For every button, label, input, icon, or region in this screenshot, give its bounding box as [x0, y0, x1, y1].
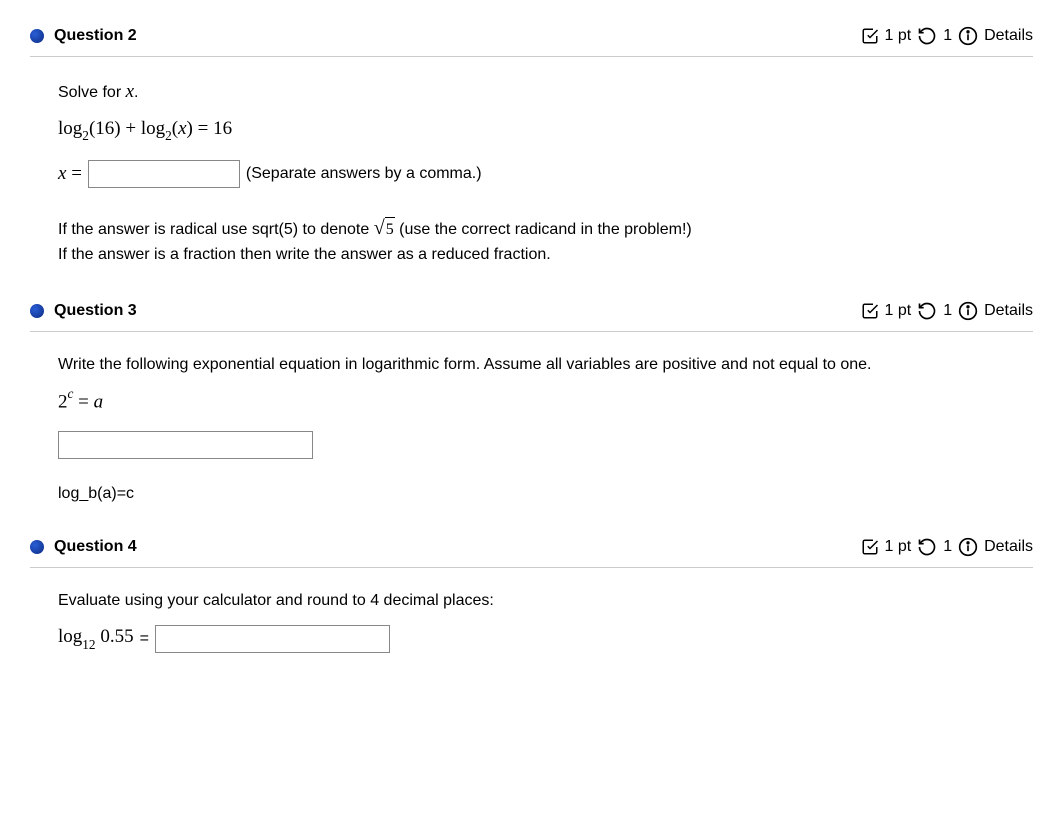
question-header-left: Question 3: [30, 302, 137, 320]
answer-row: x = (Separate answers by a comma.): [58, 160, 1033, 188]
question-block: Question 3 1 pt 1 Details Write the foll…: [30, 295, 1033, 532]
prompt-text: Evaluate using your calculator and round…: [58, 590, 1033, 612]
info-icon[interactable]: [958, 537, 978, 557]
answer-input[interactable]: [155, 625, 390, 653]
question-header-left: Question 2: [30, 27, 137, 45]
question-block: Question 2 1 pt 1 Details Solve for x. l…: [30, 20, 1033, 295]
details-link[interactable]: Details: [984, 27, 1033, 45]
question-body: Write the following exponential equation…: [30, 332, 1033, 532]
info-icon[interactable]: [958, 26, 978, 46]
points-label: 1 pt: [885, 538, 912, 556]
retry-icon[interactable]: [917, 537, 937, 557]
answer-input[interactable]: [88, 160, 240, 188]
details-link[interactable]: Details: [984, 538, 1033, 556]
retry-count: 1: [943, 538, 952, 556]
answer-input[interactable]: [58, 431, 313, 459]
hint-below: log_b(a)=c: [58, 485, 1033, 503]
question-header: Question 3 1 pt 1 Details: [30, 295, 1033, 332]
question-body: Evaluate using your calculator and round…: [30, 568, 1033, 706]
separate-hint: (Separate answers by a comma.): [246, 165, 482, 183]
question-header-left: Question 4: [30, 538, 137, 556]
details-link[interactable]: Details: [984, 302, 1033, 320]
checkbox-icon[interactable]: [861, 27, 879, 45]
retry-count: 1: [943, 302, 952, 320]
question-block: Question 4 1 pt 1 Details Evaluate using…: [30, 531, 1033, 706]
question-body: Solve for x. log2(16) + log2(x) = 16 x =…: [30, 57, 1033, 295]
question-title: Question 3: [54, 302, 137, 320]
question-title: Question 4: [54, 538, 137, 556]
points-label: 1 pt: [885, 27, 912, 45]
retry-icon[interactable]: [917, 26, 937, 46]
question-header-right: 1 pt 1 Details: [861, 301, 1034, 321]
equation: log2(16) + log2(x) = 16: [58, 118, 1033, 143]
prompt-text: Solve for x.: [58, 79, 1033, 106]
equation: 2c = a: [58, 388, 1033, 413]
question-header: Question 4 1 pt 1 Details: [30, 531, 1033, 568]
question-title: Question 2: [54, 27, 137, 45]
retry-count: 1: [943, 27, 952, 45]
answer-row: log12 0.55 =: [58, 625, 1033, 653]
answer-prefix: x =: [58, 163, 82, 185]
info-icon[interactable]: [958, 301, 978, 321]
retry-icon[interactable]: [917, 301, 937, 321]
checkbox-icon[interactable]: [861, 538, 879, 556]
answer-row: [58, 431, 1033, 459]
question-header: Question 2 1 pt 1 Details: [30, 20, 1033, 57]
bullet-icon: [30, 304, 44, 318]
bullet-icon: [30, 540, 44, 554]
bullet-icon: [30, 29, 44, 43]
question-header-right: 1 pt 1 Details: [861, 26, 1034, 46]
equals-sign: =: [140, 630, 149, 648]
checkbox-icon[interactable]: [861, 302, 879, 320]
equation: log12 0.55: [58, 626, 134, 651]
prompt-text: Write the following exponential equation…: [58, 354, 1033, 376]
note-block: If the answer is radical use sqrt(5) to …: [58, 214, 1033, 266]
points-label: 1 pt: [885, 302, 912, 320]
question-header-right: 1 pt 1 Details: [861, 537, 1034, 557]
